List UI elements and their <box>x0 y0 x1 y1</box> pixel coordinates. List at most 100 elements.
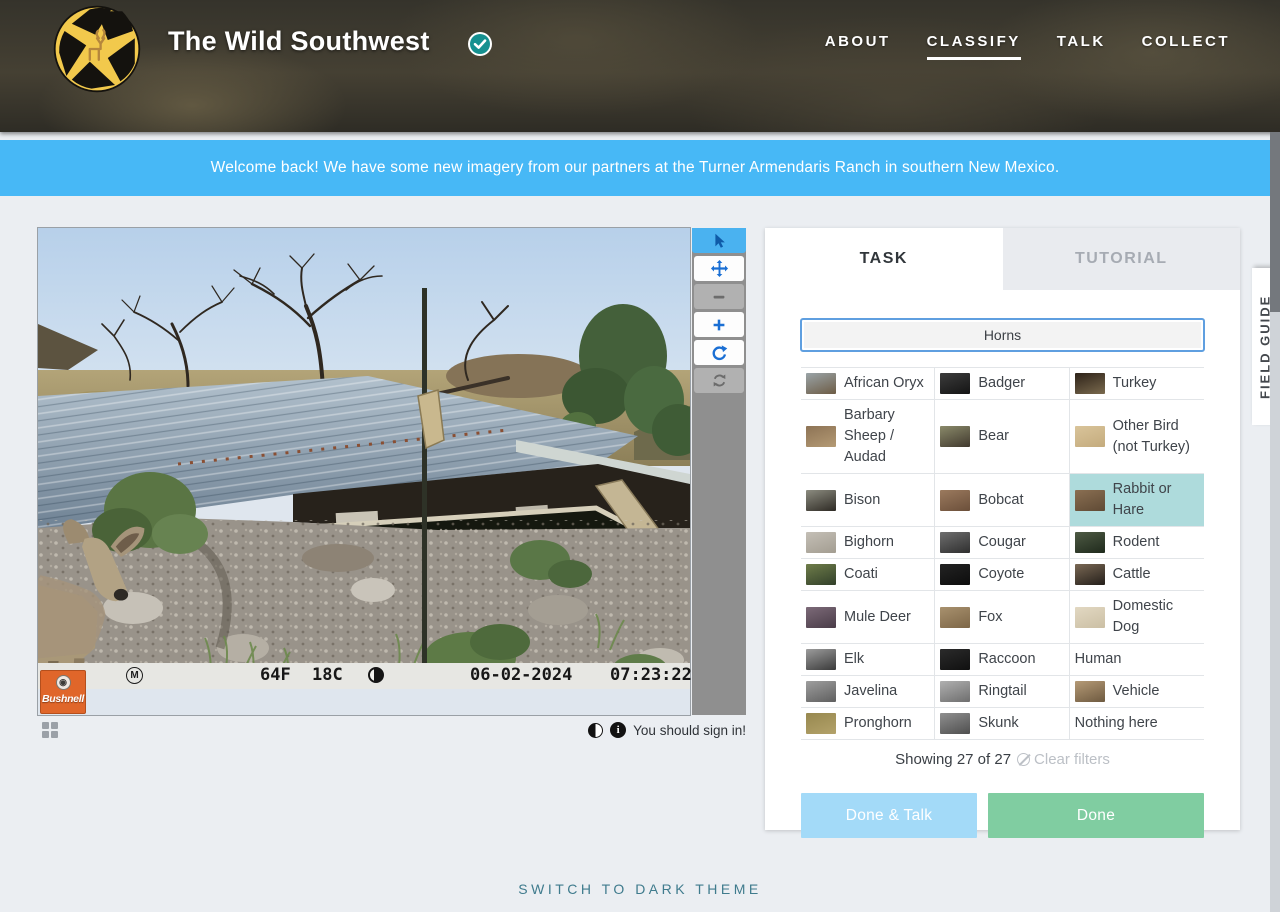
species-choice-bison[interactable]: Bison <box>801 474 936 528</box>
zoom-out-tool-button[interactable] <box>694 284 744 309</box>
species-thumbnail <box>806 564 836 586</box>
subject-grid-icon[interactable] <box>42 722 58 738</box>
invert-colors-icon[interactable] <box>588 722 604 738</box>
clear-filters-label: Clear filters <box>1034 751 1110 769</box>
zoom-in-tool-button[interactable] <box>694 312 744 337</box>
species-choice-rabbit-or-hare[interactable]: Rabbit or Hare <box>1069 474 1204 528</box>
species-choice-coati[interactable]: Coati <box>801 559 936 592</box>
species-label: Bobcat <box>978 491 1024 508</box>
circle-slash-icon <box>1017 753 1031 767</box>
page-scrollbar-thumb[interactable] <box>1270 132 1280 312</box>
species-choice-turkey[interactable]: Turkey <box>1069 368 1204 401</box>
species-choice-coyote[interactable]: Coyote <box>935 559 1070 592</box>
task-panel: TASK TUTORIAL Horns African Oryx Badger Tu… <box>765 228 1240 839</box>
species-choice-nothing-here[interactable]: Nothing here <box>1069 708 1204 741</box>
species-thumbnail <box>806 606 836 628</box>
rotate-tool-button[interactable] <box>694 340 744 365</box>
species-choice-badger[interactable]: Badger <box>935 368 1070 401</box>
temp-f: 64F <box>260 665 291 685</box>
move-tool-button[interactable] <box>694 256 744 281</box>
species-label: Fox <box>978 608 1003 625</box>
species-choice-other-bird-not-turkey[interactable]: Other Bird (not Turkey) <box>1069 400 1204 475</box>
project-logo-aperture-icon[interactable] <box>52 4 142 94</box>
species-choice-rodent[interactable]: Rodent <box>1069 527 1204 560</box>
showing-row: Showing 27 of 27 Clear filters <box>765 751 1240 768</box>
species-thumbnail <box>1074 606 1105 628</box>
species-thumbnail <box>940 489 971 511</box>
species-choice-elk[interactable]: Elk <box>801 644 936 677</box>
species-thumbnail <box>806 489 836 511</box>
subject-viewer[interactable]: M 64F 18C 06-02-2024 07:23:22 ◉ Bushnell <box>37 227 692 716</box>
species-choice-javelina[interactable]: Javelina <box>801 676 936 709</box>
reset-tool-button[interactable] <box>694 368 744 393</box>
announcement-banner: Welcome back! We have some new imagery f… <box>0 140 1270 196</box>
species-choice-pronghorn[interactable]: Pronghorn <box>801 708 936 741</box>
done-and-talk-button[interactable]: Done & Talk <box>801 793 977 839</box>
species-choice-bighorn[interactable]: Bighorn <box>801 527 936 560</box>
species-thumbnail <box>806 713 836 735</box>
bushnell-logo: ◉ Bushnell <box>40 670 86 714</box>
species-label: Cattle <box>1112 566 1151 583</box>
species-choice-mule-deer[interactable]: Mule Deer <box>801 591 936 645</box>
horns-filter-chip[interactable]: Horns <box>800 318 1205 352</box>
species-thumbnail <box>1074 489 1105 511</box>
species-label: Barbary Sheep / Audad <box>844 407 895 466</box>
species-label: Skunk <box>978 715 1019 732</box>
done-button[interactable]: Done <box>988 793 1204 839</box>
species-choice-ringtail[interactable]: Ringtail <box>935 676 1070 709</box>
temp-c: 18C <box>312 665 343 685</box>
species-label: Vehicle <box>1112 683 1160 700</box>
species-label: African Oryx <box>844 375 924 391</box>
species-choice-raccoon[interactable]: Raccoon <box>935 644 1070 677</box>
species-thumbnail <box>940 373 971 394</box>
species-choice-african-oryx[interactable]: African Oryx <box>801 368 936 401</box>
species-thumbnail <box>1074 532 1105 554</box>
pointer-icon <box>715 233 725 248</box>
species-label: Coati <box>844 566 878 583</box>
nav-talk[interactable]: TALK <box>1057 33 1106 60</box>
species-label: Rabbit or Hare <box>1112 481 1172 519</box>
species-choice-barbary-sheep-audad[interactable]: Barbary Sheep / Audad <box>801 400 936 475</box>
species-label: Ringtail <box>978 683 1027 700</box>
species-choice-human[interactable]: Human <box>1069 644 1204 677</box>
species-label: Bison <box>844 491 881 508</box>
annotate-tool-button[interactable] <box>692 228 746 253</box>
species-label: Cougar <box>978 534 1026 551</box>
theme-toggle-link[interactable]: SWITCH TO DARK THEME <box>0 881 1280 897</box>
species-thumbnail <box>1074 373 1105 394</box>
species-label: Human <box>1074 651 1122 668</box>
species-label: Turkey <box>1112 375 1157 391</box>
species-label: Bighorn <box>844 534 894 551</box>
species-label: Elk <box>844 651 865 668</box>
species-choice-cougar[interactable]: Cougar <box>935 527 1070 560</box>
species-thumbnail <box>806 649 836 671</box>
project-header: The Wild Southwest ABOUT CLASSIFY TALK COLL… <box>0 0 1280 132</box>
species-thumbnail <box>940 681 971 703</box>
species-choice-fox[interactable]: Fox <box>935 591 1070 645</box>
species-thumbnail <box>806 373 836 394</box>
species-choice-domestic-dog[interactable]: Domestic Dog <box>1069 591 1204 645</box>
nav-classify[interactable]: CLASSIFY <box>926 33 1021 60</box>
species-choice-skunk[interactable]: Skunk <box>935 708 1070 741</box>
nav-collect[interactable]: COLLECT <box>1142 33 1230 60</box>
species-thumbnail <box>806 426 836 448</box>
species-label: Coyote <box>978 566 1025 583</box>
species-thumbnail <box>940 564 971 586</box>
metadata-info-icon[interactable]: i <box>610 722 627 738</box>
subject-photo[interactable] <box>38 228 690 689</box>
clear-filters-button[interactable]: Clear filters <box>1017 751 1110 768</box>
filter-chip-wrap: Horns <box>765 290 1240 367</box>
nav-about[interactable]: ABOUT <box>825 33 891 60</box>
species-choice-bobcat[interactable]: Bobcat <box>935 474 1070 528</box>
species-choice-cattle[interactable]: Cattle <box>1069 559 1204 592</box>
action-buttons: Done & Talk Done <box>801 793 1204 839</box>
species-choice-bear[interactable]: Bear <box>935 400 1070 475</box>
camera-info-strip: M 64F 18C 06-02-2024 07:23:22 <box>38 663 692 689</box>
species-label: Pronghorn <box>844 715 912 732</box>
tab-task[interactable]: TASK <box>765 228 1003 290</box>
tab-tutorial[interactable]: TUTORIAL <box>1002 228 1240 290</box>
camera-time: 07:23:22 <box>610 665 692 685</box>
task-tabs: TASK TUTORIAL <box>765 228 1240 290</box>
announcement-text: Welcome back! We have some new imagery f… <box>210 159 1060 176</box>
species-choice-vehicle[interactable]: Vehicle <box>1069 676 1204 709</box>
